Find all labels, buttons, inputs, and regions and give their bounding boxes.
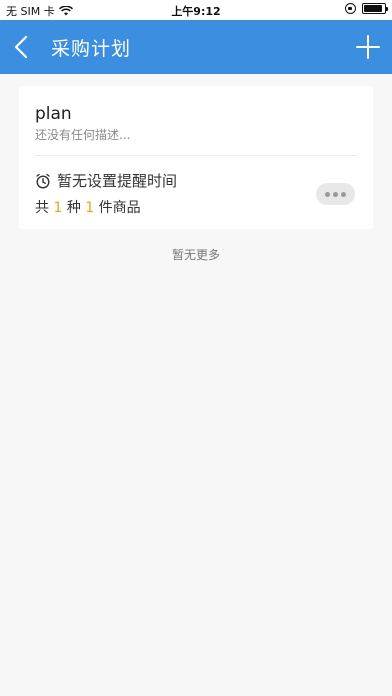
more-dot-icon — [333, 191, 338, 197]
rotation-lock-icon — [345, 3, 356, 14]
plan-name: plan — [35, 104, 72, 124]
screen: 无 SIM 卡 上午9:12 采购计划 plan 还没有任何描述... 暂无设置… — [0, 0, 392, 696]
reminder-row: 暂无设置提醒时间 — [35, 170, 177, 191]
status-right — [345, 3, 388, 14]
plan-description: 还没有任何描述... — [35, 128, 131, 142]
battery-icon — [362, 3, 388, 14]
plan-card[interactable]: plan 还没有任何描述... 暂无设置提醒时间 共 1 种 1 件商品 — [19, 86, 373, 229]
more-options-button[interactable] — [316, 183, 355, 205]
status-time: 上午9:12 — [171, 5, 221, 18]
count-prefix: 共 — [35, 200, 49, 216]
plus-icon — [356, 35, 380, 59]
no-more-label: 暂无更多 — [171, 248, 220, 262]
divider — [35, 155, 357, 156]
nav-bar: 采购计划 — [0, 20, 392, 74]
add-plan-button[interactable] — [354, 33, 382, 61]
item-count-summary: 共 1 种 1 件商品 — [35, 197, 141, 217]
alarm-clock-icon — [36, 173, 50, 189]
reminder-text: 暂无设置提醒时间 — [57, 172, 178, 190]
kind-unit: 种 — [66, 200, 81, 216]
kind-count: 1 — [53, 200, 63, 216]
item-unit: 件商品 — [98, 200, 141, 216]
more-dot-icon — [341, 191, 346, 197]
more-dot-icon — [325, 191, 330, 197]
status-bar: 无 SIM 卡 上午9:12 — [0, 0, 392, 20]
chevron-left-icon — [14, 35, 28, 59]
item-count: 1 — [85, 200, 95, 216]
page-title: 采购计划 — [51, 38, 132, 60]
back-button[interactable] — [10, 32, 38, 62]
